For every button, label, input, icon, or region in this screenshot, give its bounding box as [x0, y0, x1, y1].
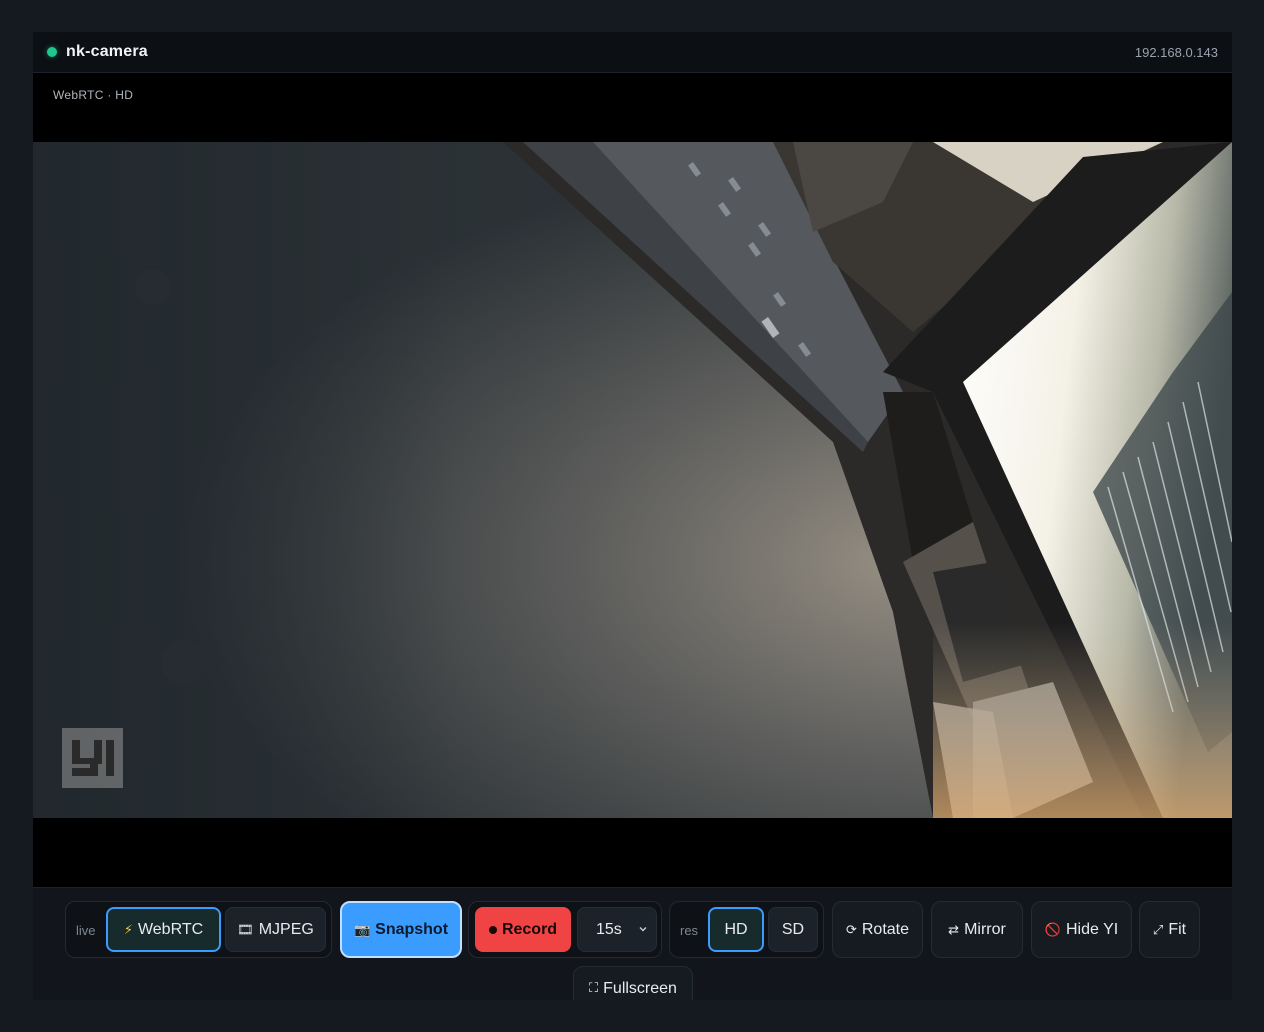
film-icon: 🎞	[237, 921, 254, 937]
hd-button[interactable]: HD	[708, 907, 764, 952]
record-group: Record 15s	[468, 901, 662, 958]
res-group-label: res	[680, 923, 699, 938]
mirror-button-label: Mirror	[964, 920, 1006, 938]
webrtc-button[interactable]: ⚡ WebRTC	[106, 907, 221, 952]
live-group-label: live	[76, 923, 96, 938]
hide-yi-button[interactable]: 🚫 Hide YI	[1031, 901, 1132, 958]
camera-name: nk-camera	[66, 43, 148, 60]
sd-button[interactable]: SD	[768, 907, 818, 952]
resolution-group: res HD SD	[669, 901, 824, 958]
live-mode-group: live ⚡ WebRTC 🎞 MJPEG	[65, 901, 332, 958]
fit-button[interactable]: ⤢ Fit	[1139, 901, 1200, 958]
record-duration-select[interactable]: 15s	[577, 907, 657, 952]
record-duration-value: 15s	[596, 920, 622, 938]
record-dot-icon	[488, 925, 497, 934]
expand-icon: ⤢	[1152, 921, 1164, 937]
control-bar: live ⚡ WebRTC 🎞 MJPEG 📷 Snapshot Record …	[33, 887, 1232, 1000]
snapshot-button[interactable]: 📷 Snapshot	[340, 901, 462, 958]
record-button-label: Record	[501, 920, 558, 938]
fullscreen-icon: ⛶	[589, 980, 599, 995]
rotate-button[interactable]: ⟳ Rotate	[832, 901, 923, 958]
swap-arrows-icon: ⇄	[948, 921, 960, 937]
hide-yi-button-label: Hide YI	[1066, 920, 1119, 938]
rotate-button-label: Rotate	[861, 920, 910, 938]
camera-ip-address: 192.168.0.143	[1134, 44, 1218, 60]
yi-logo-icon	[71, 740, 114, 776]
sd-button-label: SD	[781, 920, 805, 938]
chevron-down-icon	[639, 927, 647, 932]
no-entry-icon: 🚫	[1044, 921, 1061, 937]
camera-window: nk-camera 192.168.0.143 WebRTC · HD live…	[33, 32, 1232, 1000]
stream-info-label: WebRTC · HD	[53, 88, 134, 102]
fullscreen-button[interactable]: ⛶ Fullscreen	[573, 966, 693, 1000]
mjpeg-button[interactable]: 🎞 MJPEG	[225, 907, 326, 952]
camera-icon: 📷	[353, 921, 371, 937]
record-button[interactable]: Record	[475, 907, 571, 952]
live-video-feed[interactable]	[33, 142, 1232, 818]
lightning-icon: ⚡	[123, 921, 133, 937]
rotate-icon: ⟳	[845, 921, 857, 937]
webrtc-button-label: WebRTC	[137, 920, 204, 938]
hd-button-label: HD	[724, 920, 748, 938]
mjpeg-button-label: MJPEG	[258, 920, 314, 938]
mirror-button[interactable]: ⇄ Mirror	[931, 901, 1023, 958]
video-stage: WebRTC · HD	[33, 73, 1232, 887]
online-status-dot	[47, 47, 57, 57]
fullscreen-button-label: Fullscreen	[603, 980, 677, 997]
snapshot-button-label: Snapshot	[375, 920, 449, 938]
video-frame-image	[33, 142, 1232, 818]
fit-button-label: Fit	[1168, 920, 1187, 938]
title-bar: nk-camera 192.168.0.143	[33, 32, 1232, 73]
yi-watermark-logo	[62, 728, 123, 788]
